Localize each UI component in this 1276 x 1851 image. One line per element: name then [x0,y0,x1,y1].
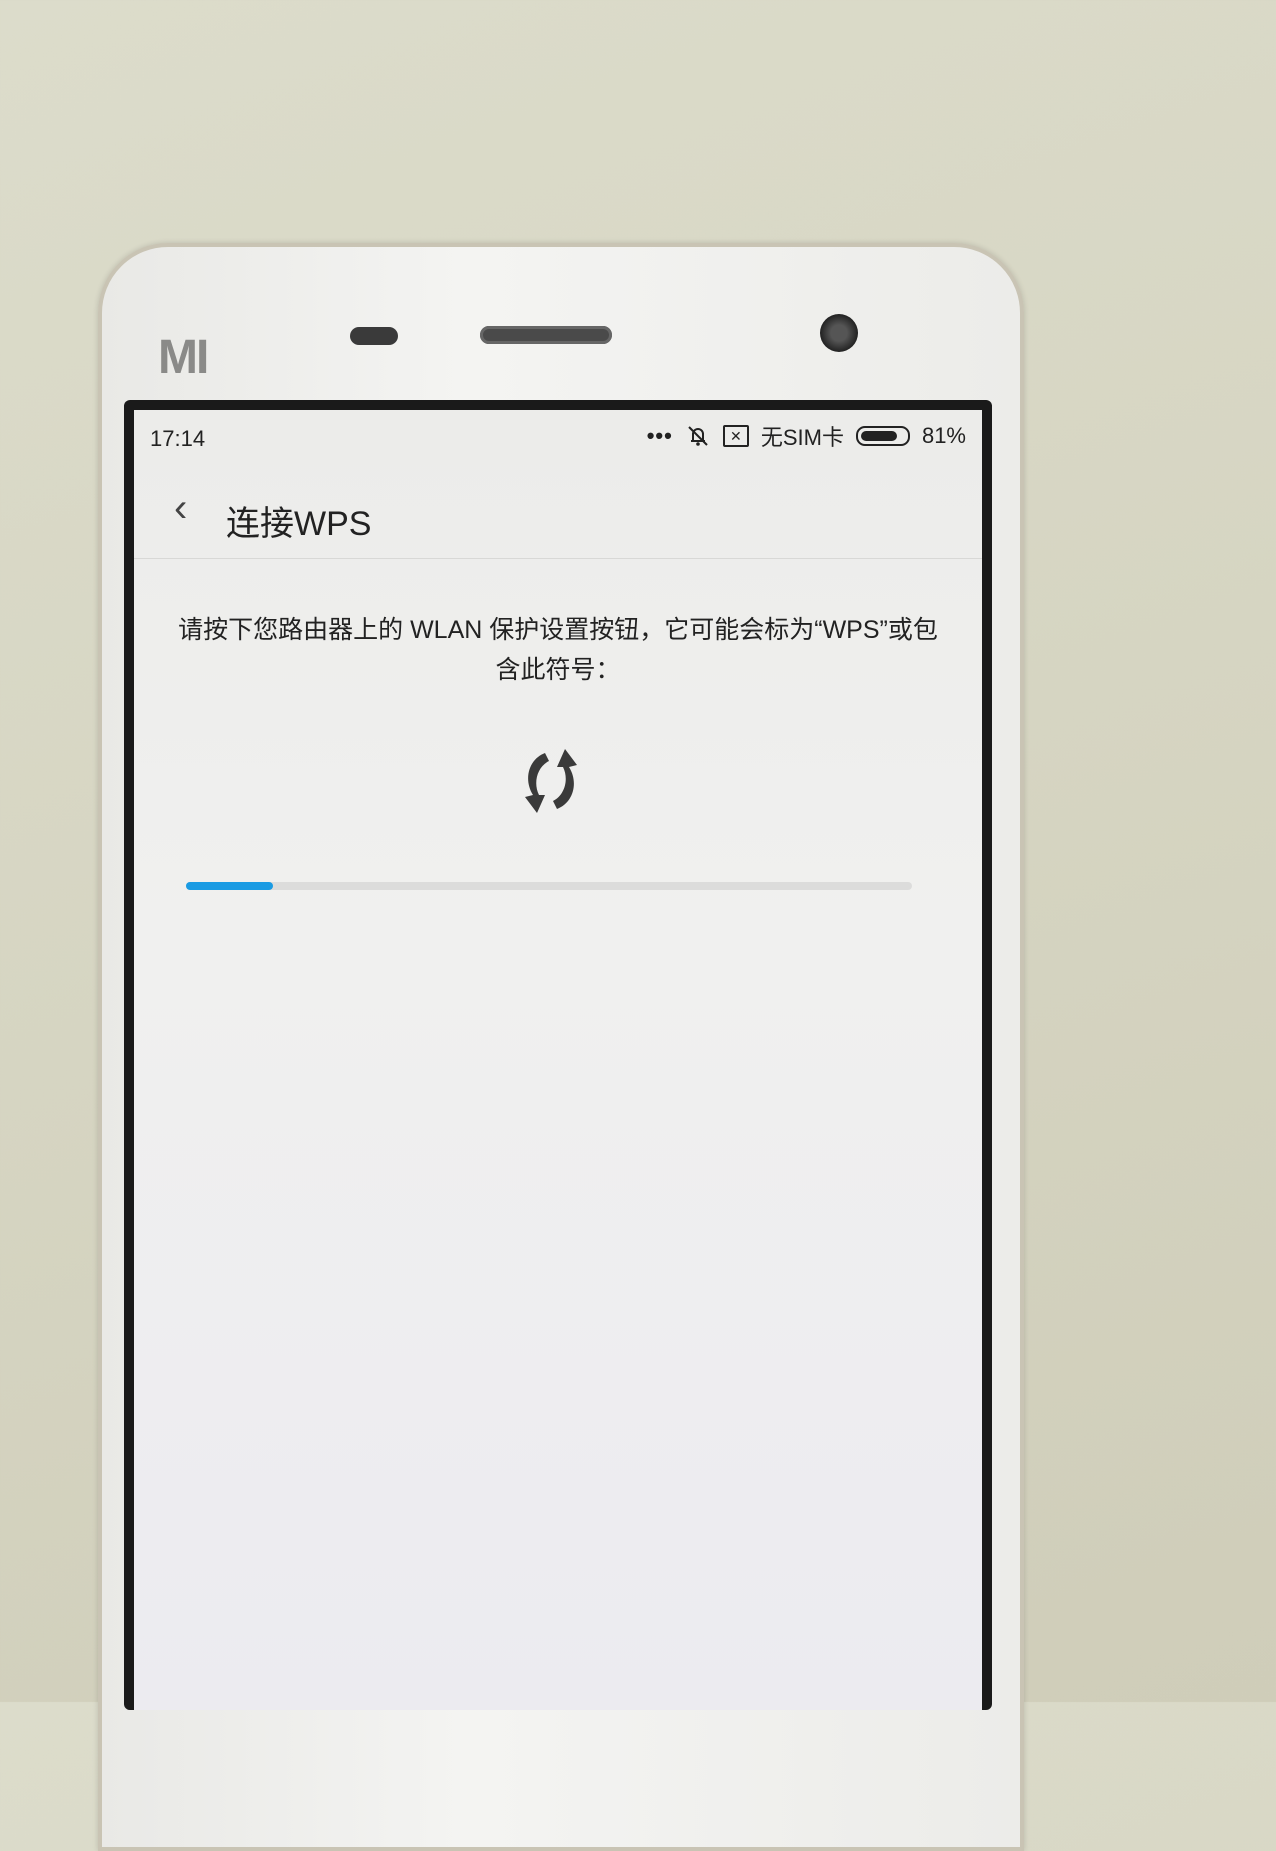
proximity-sensor [350,327,398,345]
instruction-text: 请按下您路由器上的 WLAN 保护设置按钮，它可能会标为“WPS”或包含此符号： [178,616,938,684]
page-title: 连接WPS [226,505,372,543]
sim-status: 无SIM卡 [760,425,844,450]
status-time: 17:14 [150,426,206,451]
battery-percent: 81% [921,423,966,448]
wps-icon [525,749,577,813]
no-sim-icon: ✕ [722,425,749,447]
status-icons: ••• ✕ 无SIM卡 81% [647,420,966,452]
front-camera [820,314,858,352]
back-button[interactable]: ‹ [174,486,187,531]
more-notifications-icon: ••• [646,423,673,448]
battery-icon [855,426,910,446]
wps-progress-bar [186,882,912,890]
status-bar: 17:14 ••• ✕ 无SIM卡 81% [134,410,982,466]
screen: 17:14 ••• ✕ 无SIM卡 81% ‹ 连接WPS 请按下您路由器上的 … [134,410,982,1710]
app-header: ‹ 连接WPS [134,466,982,559]
silent-bell-icon [688,426,708,446]
earpiece-speaker [480,326,612,344]
mi-logo: MI [158,331,209,384]
battery-level [860,431,897,441]
progress-fill [186,882,274,890]
